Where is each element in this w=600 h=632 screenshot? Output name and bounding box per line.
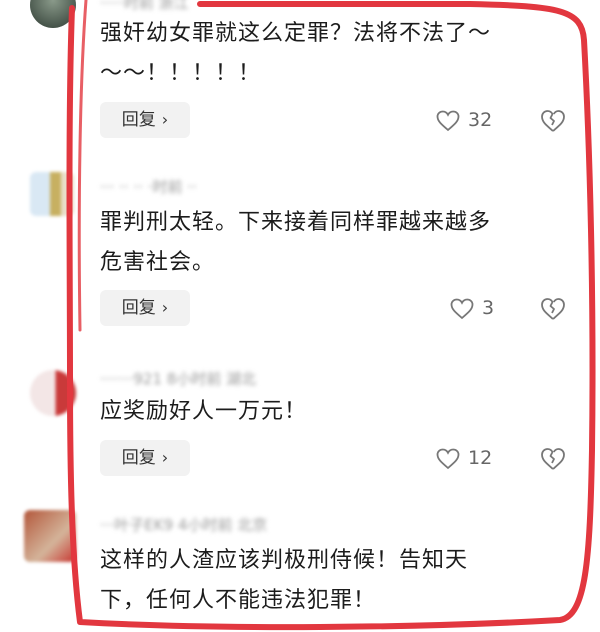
reply-label: 回复 bbox=[121, 298, 156, 318]
reply-label: 回复 bbox=[121, 448, 156, 468]
heart-icon bbox=[436, 448, 460, 469]
like-button[interactable]: 3 bbox=[450, 290, 494, 326]
comment-4: ···叶子EK9 4小时前 北京 这样的人渣应该判极刑侍候！告知天 下，任何人不… bbox=[0, 500, 600, 632]
comment-meta: ·······921 8小时前 湖北 bbox=[100, 370, 257, 388]
comment-text-line: 这样的人渣应该判极刑侍候！告知天 bbox=[100, 548, 469, 573]
reply-button[interactable]: 回复 › bbox=[100, 290, 190, 326]
heart-icon bbox=[436, 110, 460, 131]
broken-heart-icon[interactable] bbox=[540, 108, 566, 134]
reply-label: 回复 bbox=[121, 110, 156, 130]
avatar[interactable] bbox=[24, 510, 76, 562]
avatar[interactable] bbox=[30, 0, 76, 28]
avatar[interactable] bbox=[30, 172, 74, 216]
comment-3: ·······921 8小时前 湖北 应奖励好人一万元！ 回复 › 12 bbox=[0, 350, 600, 500]
comment-text: 这样的人渣应该判极刑侍候！告知天 下，任何人不能违法犯罪！ bbox=[100, 541, 560, 621]
like-count: 32 bbox=[468, 109, 493, 131]
comment-text-line: 危害社会。 bbox=[100, 250, 216, 275]
chevron-right-icon: › bbox=[161, 298, 169, 317]
like-count: 12 bbox=[468, 447, 493, 469]
comment-1: ·····时前 浙江 强奸幼女罪就这么定罪？法将不法了～ ～～！！！！！ 回复 ›… bbox=[0, 0, 600, 150]
comment-meta: ··· ·· ·· ·时前 ·· bbox=[100, 178, 197, 196]
chevron-right-icon: › bbox=[161, 448, 169, 467]
comment-text-line: 强奸幼女罪就这么定罪？法将不法了～ bbox=[100, 21, 492, 46]
like-count: 3 bbox=[482, 297, 495, 319]
comment-text: 应奖励好人一万元！ bbox=[100, 392, 560, 432]
heart-icon bbox=[450, 298, 474, 319]
comment-text: 罪判刑太轻。下来接着同样罪越来越多 危害社会。 bbox=[100, 203, 560, 283]
like-button[interactable]: 12 bbox=[436, 440, 492, 476]
like-button[interactable]: 32 bbox=[436, 102, 492, 138]
broken-heart-icon[interactable] bbox=[540, 446, 566, 472]
avatar[interactable] bbox=[30, 370, 76, 416]
comment-meta: ···叶子EK9 4小时前 北京 bbox=[100, 516, 268, 534]
comment-text-line: 应奖励好人一万元！ bbox=[100, 399, 308, 424]
comment-text-line: 罪判刑太轻。下来接着同样罪越来越多 bbox=[100, 210, 492, 235]
chevron-right-icon: › bbox=[161, 110, 169, 129]
comment-2: ··· ·· ·· ·时前 ·· 罪判刑太轻。下来接着同样罪越来越多 危害社会。… bbox=[0, 150, 600, 350]
comment-text: 强奸幼女罪就这么定罪？法将不法了～ ～～！！！！！ bbox=[100, 14, 560, 94]
comment-text-line: ～～！！！！！ bbox=[100, 61, 262, 86]
reply-button[interactable]: 回复 › bbox=[100, 102, 190, 138]
broken-heart-icon[interactable] bbox=[540, 296, 566, 322]
comment-meta: ·····时前 浙江 bbox=[100, 0, 189, 12]
reply-button[interactable]: 回复 › bbox=[100, 440, 190, 476]
comment-text-line: 下，任何人不能违法犯罪！ bbox=[100, 588, 377, 613]
